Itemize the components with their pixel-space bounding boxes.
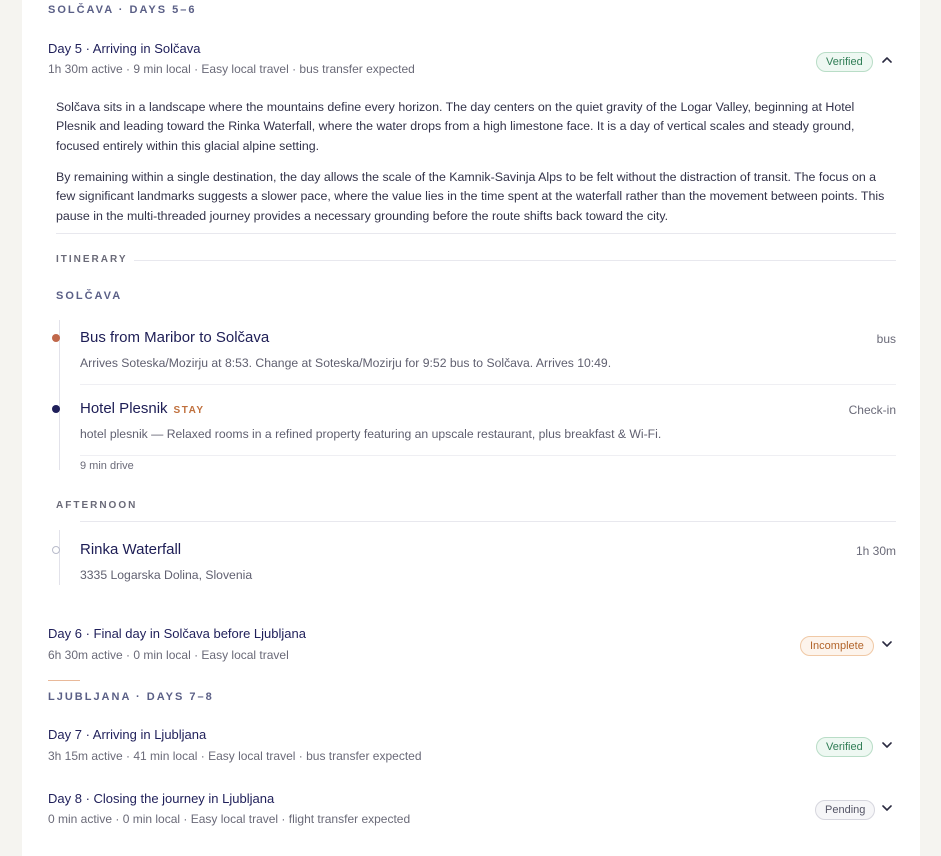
itinerary-item-bus[interactable]: Bus from Maribor to Solčava Arrives Sote… xyxy=(52,320,896,384)
day-5-meta: 1h 30m active · 9 min local · Easy local… xyxy=(48,62,415,76)
day-8-status-badge: Pending xyxy=(815,800,876,820)
day-7-header[interactable]: Day 7 · Arriving in Ljubljana 3h 15m act… xyxy=(22,723,920,771)
chevron-up-icon[interactable] xyxy=(880,53,894,67)
afternoon-divider xyxy=(80,521,896,522)
day-5-header[interactable]: Day 5 · Arriving in Solčava 1h 30m activ… xyxy=(22,36,920,84)
item-duration: 1h 30m xyxy=(855,544,896,558)
day-5-status-badge: Verified xyxy=(816,52,873,72)
day-5-description-1: Solčava sits in a landscape where the mo… xyxy=(56,100,855,153)
day-7-status-badge: Verified xyxy=(816,737,873,757)
day-6-meta: 6h 30m active · 0 min local · Easy local… xyxy=(48,648,289,662)
itinerary-label: ITINERARY xyxy=(56,254,128,265)
day-8-meta: 0 min active · 0 min local · Easy local … xyxy=(48,812,411,826)
item-description: 3335 Logarska Dolina, Slovenia xyxy=(80,568,253,582)
item-checkin: Check-in xyxy=(848,403,896,417)
day-6-status-badge: Incomplete xyxy=(800,636,874,656)
item-description: hotel plesnik — Relaxed rooms in a refin… xyxy=(80,427,662,441)
day-7-meta: 3h 15m active · 41 min local · Easy loca… xyxy=(48,749,422,763)
afternoon-label: AFTERNOON xyxy=(56,500,138,511)
item-title: Rinka Waterfall xyxy=(80,541,182,558)
day-5-title: Day 5 · Arriving in Solčava xyxy=(48,41,201,56)
item-title: Hotel Plesnik xyxy=(80,400,168,417)
divider xyxy=(80,455,896,456)
chevron-down-icon[interactable] xyxy=(880,801,894,815)
section-label-solcava: SOLČAVA · DAYS 5–6 xyxy=(48,4,197,16)
day-7-title: Day 7 · Arriving in Ljubljana xyxy=(48,727,207,742)
itinerary-item-hotel[interactable]: Hotel Plesnik STAY hotel plesnik — Relaxe… xyxy=(52,390,896,454)
day-6-header[interactable]: Day 6 · Final day in Solčava before Ljub… xyxy=(22,622,920,670)
divider xyxy=(80,384,896,385)
day-6-title: Day 6 · Final day in Solčava before Ljub… xyxy=(48,626,306,641)
item-transport-mode: bus xyxy=(876,332,896,346)
item-description: Arrives Soteska/Mozirju at 8:53. Change … xyxy=(80,356,612,370)
day-8-header[interactable]: Day 8 · Closing the journey in Ljubljana… xyxy=(22,787,920,835)
drive-note: 9 min drive xyxy=(80,460,134,472)
item-title-wrap: Hotel Plesnik STAY xyxy=(80,400,205,417)
location-label-solcava: SOLČAVA xyxy=(56,290,123,302)
day-5-description-2: By remaining within a single destination… xyxy=(56,170,885,223)
itinerary-item-rinka-waterfall[interactable]: Rinka Waterfall 3335 Logarska Dolina, Sl… xyxy=(52,532,896,588)
stay-tag: STAY xyxy=(173,405,205,416)
bus-dot-icon xyxy=(52,334,60,342)
item-title: Bus from Maribor to Solčava xyxy=(80,329,270,346)
chevron-down-icon[interactable] xyxy=(880,637,894,651)
activity-dot-icon xyxy=(52,546,60,554)
itinerary-divider xyxy=(134,260,896,261)
divider xyxy=(56,233,896,234)
stay-dot-icon xyxy=(52,405,60,413)
itinerary-card: SOLČAVA · DAYS 5–6 Day 5 · Arriving in S… xyxy=(22,0,920,856)
section-accent-rule xyxy=(48,680,80,681)
section-label-ljubljana: LJUBLJANA · DAYS 7–8 xyxy=(48,691,214,703)
chevron-down-icon[interactable] xyxy=(880,738,894,752)
day-8-title: Day 8 · Closing the journey in Ljubljana xyxy=(48,791,275,806)
